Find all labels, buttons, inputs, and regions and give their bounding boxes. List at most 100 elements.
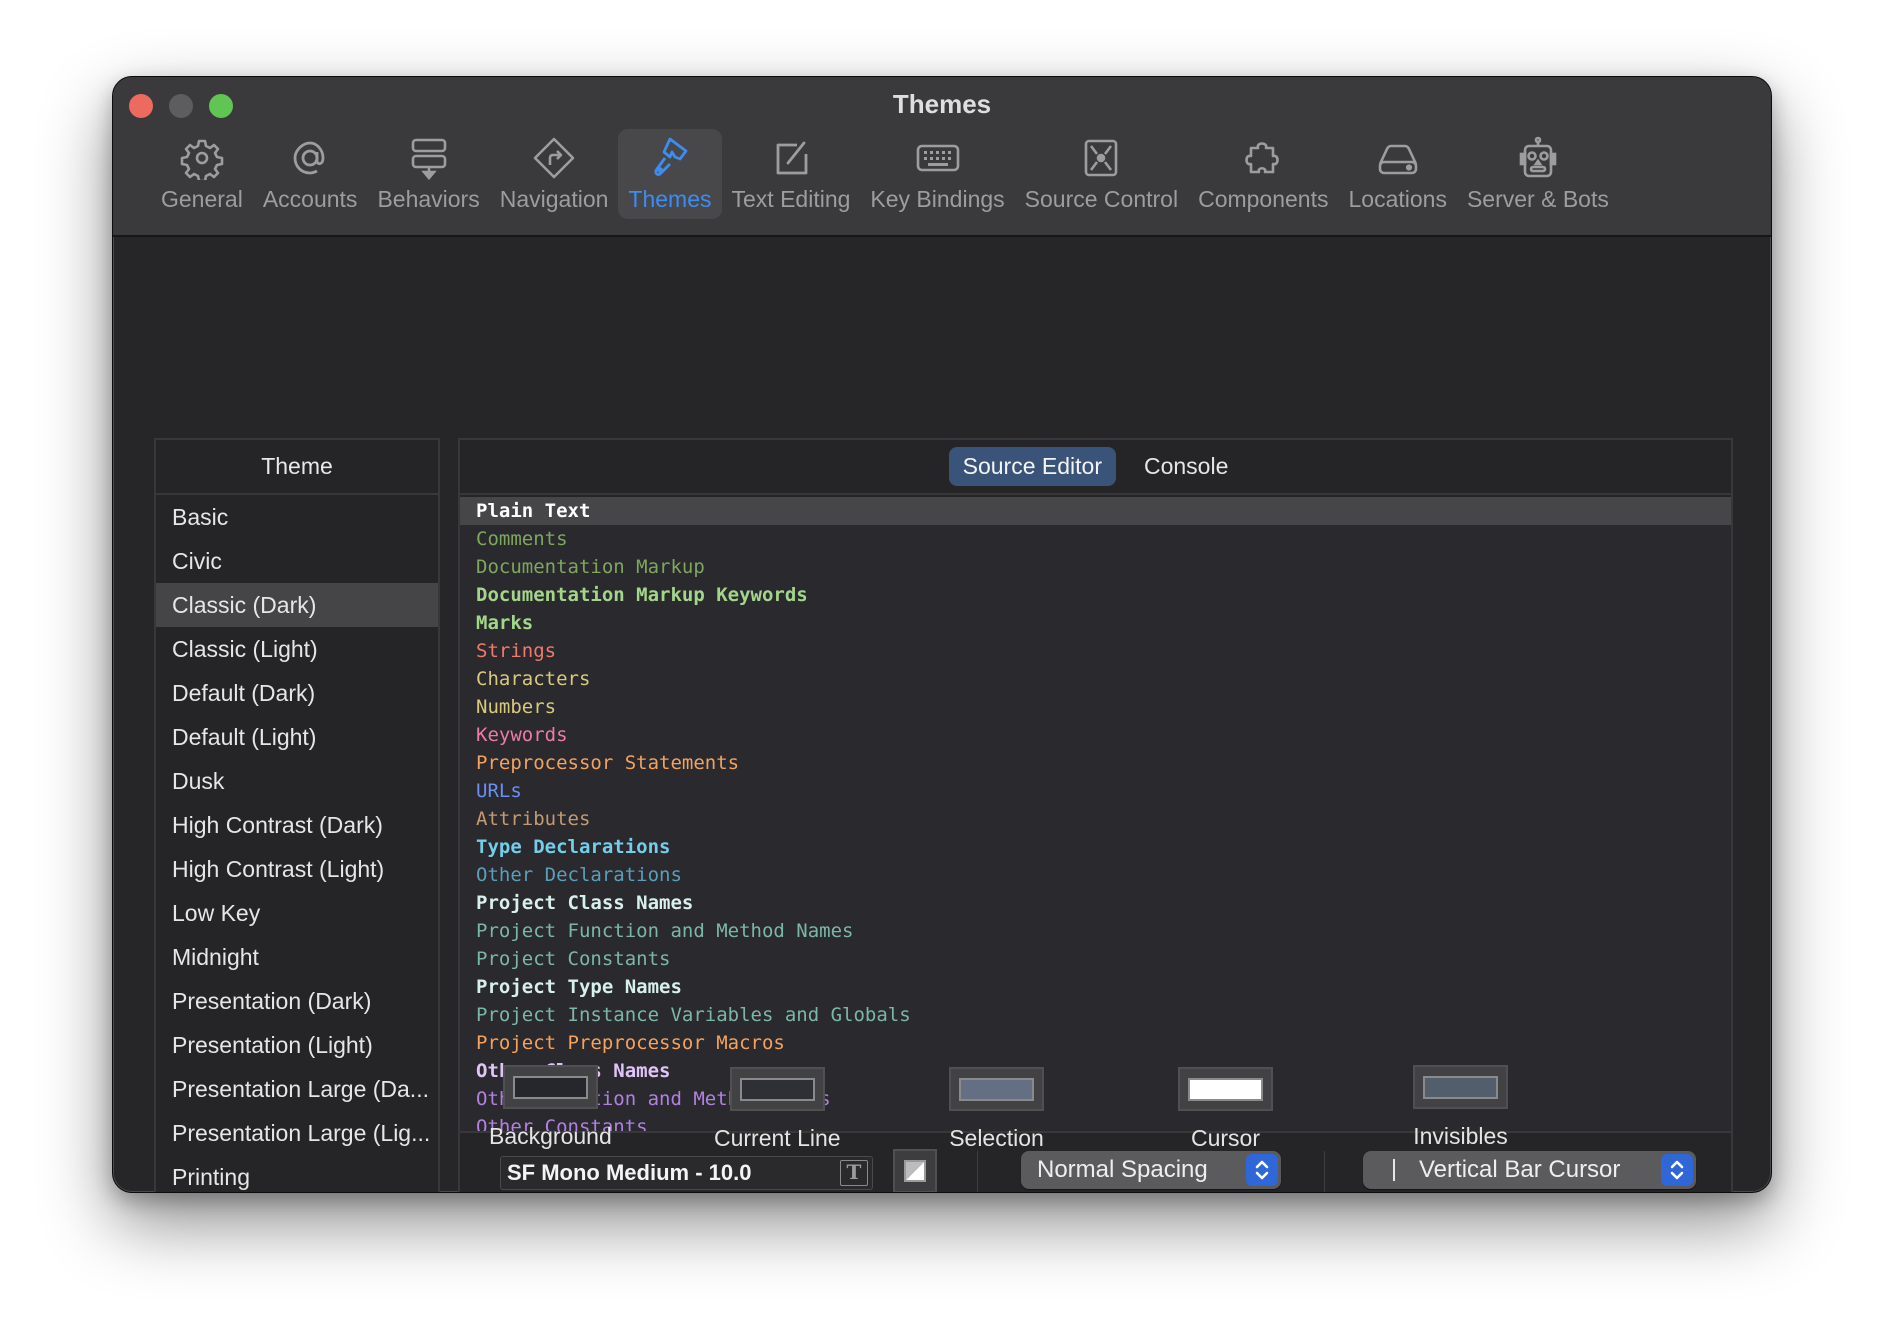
syntax-element-item[interactable]: Attributes <box>460 805 1731 833</box>
color-well-frame <box>1178 1067 1273 1111</box>
divider <box>1324 1151 1325 1192</box>
cursor-style-popup[interactable]: Vertical Bar Cursor <box>1363 1151 1696 1189</box>
tab-label: General <box>161 186 243 212</box>
tab-accounts[interactable]: Accounts <box>253 129 368 219</box>
tab-label: Themes <box>628 186 712 212</box>
vertical-bar-cursor-icon <box>1393 1159 1395 1181</box>
tab-source-control[interactable]: Source Control <box>1015 129 1188 219</box>
editor-segmented-control: Source Editor Console <box>460 440 1731 495</box>
syntax-element-item[interactable]: Keywords <box>460 721 1731 749</box>
theme-list-item[interactable]: Midnight <box>156 935 438 979</box>
theme-editor-panel: Source Editor Console Plain Text Comments… <box>458 438 1733 1192</box>
syntax-element-item[interactable]: Documentation Markup <box>460 553 1731 581</box>
divider <box>977 1151 978 1192</box>
line-spacing-popup[interactable]: Normal Spacing <box>1021 1151 1281 1189</box>
syntax-element-item[interactable]: Project Function and Method Names <box>460 917 1731 945</box>
syntax-element-item[interactable]: Other Constants <box>460 1113 1731 1131</box>
color-swatch <box>1423 1075 1498 1099</box>
syntax-element-item[interactable]: Preprocessor Statements <box>460 749 1731 777</box>
color-well-frame <box>729 1067 825 1111</box>
syntax-element-item[interactable]: Comments <box>460 525 1731 553</box>
tab-general[interactable]: General <box>151 129 253 219</box>
theme-list-item[interactable]: Classic (Dark) <box>156 583 438 627</box>
theme-list-panel: Theme Basic Civic Classic (Dark) Classic (L… <box>154 438 440 1192</box>
tab-themes[interactable]: Themes <box>618 129 722 219</box>
theme-list-header: Theme <box>156 440 438 495</box>
tab-key-bindings[interactable]: Key Bindings <box>860 129 1014 219</box>
theme-list-item[interactable]: Low Key <box>156 891 438 935</box>
theme-list-item[interactable]: Default (Light) <box>156 715 438 759</box>
titlebar: Themes General Accounts Behaviors Naviga… <box>113 77 1771 237</box>
theme-list-item[interactable]: Classic (Light) <box>156 627 438 671</box>
theme-list-item[interactable]: Presentation (Light) <box>156 1023 438 1067</box>
invisibles-color-well[interactable]: Invisibles <box>1413 1065 1508 1150</box>
color-well-frame <box>502 1065 598 1109</box>
font-field[interactable]: SF Mono Medium - 10.0 T <box>500 1156 873 1190</box>
tab-navigation[interactable]: Navigation <box>490 129 619 219</box>
syntax-element-item[interactable]: URLs <box>460 777 1731 805</box>
color-swatch <box>739 1077 815 1101</box>
segment-source-editor[interactable]: Source Editor <box>948 447 1116 486</box>
syntax-element-item[interactable]: Numbers <box>460 693 1731 721</box>
up-down-chevron-icon <box>1661 1154 1693 1186</box>
syntax-element-list: Plain Text Comments Documentation Markup Do… <box>460 497 1731 1133</box>
theme-list-item[interactable]: High Contrast (Light) <box>156 847 438 891</box>
syntax-element-item[interactable]: Project Instance Variables and Globals <box>460 1001 1731 1029</box>
robot-icon <box>1515 135 1561 181</box>
theme-list-item[interactable]: Dusk <box>156 759 438 803</box>
apply-font-to-all-button[interactable] <box>893 1149 937 1192</box>
syntax-element-item[interactable]: Type Declarations <box>460 833 1731 861</box>
preferences-toolbar: General Accounts Behaviors Navigation Th… <box>151 129 1619 219</box>
tab-label: Source Control <box>1024 186 1179 212</box>
theme-list-item[interactable]: Presentation (Dark) <box>156 979 438 1023</box>
syntax-element-item[interactable]: Strings <box>460 637 1731 665</box>
syntax-element-item[interactable]: Characters <box>460 665 1731 693</box>
syntax-element-item[interactable]: Project Constants <box>460 945 1731 973</box>
drive-icon <box>1375 135 1421 181</box>
tab-components[interactable]: Components <box>1188 129 1338 219</box>
current-line-color-well[interactable]: Current Line <box>714 1067 841 1152</box>
selection-color-well[interactable]: Selection <box>949 1067 1044 1152</box>
tab-behaviors[interactable]: Behaviors <box>367 129 489 219</box>
cursor-color-well[interactable]: Cursor <box>1178 1067 1273 1152</box>
theme-list-item[interactable]: Basic <box>156 495 438 539</box>
tab-label: Server & Bots <box>1466 186 1609 212</box>
syntax-element-item[interactable]: Documentation Markup Keywords <box>460 581 1731 609</box>
color-swatch <box>1188 1077 1263 1101</box>
theme-list-item[interactable]: Presentation Large (Lig... <box>156 1111 438 1155</box>
theme-list-item[interactable]: High Contrast (Dark) <box>156 803 438 847</box>
theme-list-item[interactable]: Presentation Large (Da... <box>156 1067 438 1111</box>
tab-label: Navigation <box>499 186 609 212</box>
tab-label: Behaviors <box>377 186 480 212</box>
cursor-style-value: Vertical Bar Cursor <box>1419 1156 1621 1183</box>
color-well-label: Current Line <box>714 1125 841 1151</box>
syntax-element-item[interactable]: Project Class Names <box>460 889 1731 917</box>
color-well-label: Selection <box>949 1125 1044 1151</box>
font-picker-icon[interactable]: T <box>840 1160 868 1186</box>
syntax-element-item[interactable]: Project Type Names <box>460 973 1731 1001</box>
syntax-element-item[interactable]: Other Function and Method Names <box>460 1085 1731 1113</box>
contrast-icon <box>904 1160 926 1182</box>
theme-list-item[interactable]: Default (Dark) <box>156 671 438 715</box>
tab-label: Text Editing <box>731 186 851 212</box>
syntax-element-item[interactable]: Plain Text <box>460 497 1731 525</box>
color-well-frame <box>949 1067 1044 1111</box>
tab-locations[interactable]: Locations <box>1339 129 1457 219</box>
tab-label: Locations <box>1348 186 1447 212</box>
color-swatch <box>959 1077 1034 1101</box>
syntax-element-item[interactable]: Project Preprocessor Macros <box>460 1029 1731 1057</box>
syntax-element-item[interactable]: Other Declarations <box>460 861 1731 889</box>
color-well-frame <box>1413 1065 1508 1109</box>
source-control-icon <box>1078 135 1124 181</box>
tab-text-editing[interactable]: Text Editing <box>722 129 861 219</box>
line-spacing-value: Normal Spacing <box>1037 1156 1208 1183</box>
compose-icon <box>768 135 814 181</box>
syntax-element-item[interactable]: Other Class Names <box>460 1057 1731 1085</box>
segment-console[interactable]: Console <box>1130 447 1242 486</box>
tab-server-bots[interactable]: Server & Bots <box>1457 129 1619 219</box>
background-color-well[interactable]: Background <box>489 1065 612 1150</box>
color-well-label: Invisibles <box>1413 1123 1508 1149</box>
syntax-element-item[interactable]: Marks <box>460 609 1731 637</box>
theme-list-item[interactable]: Printing <box>156 1155 438 1192</box>
theme-list-item[interactable]: Civic <box>156 539 438 583</box>
